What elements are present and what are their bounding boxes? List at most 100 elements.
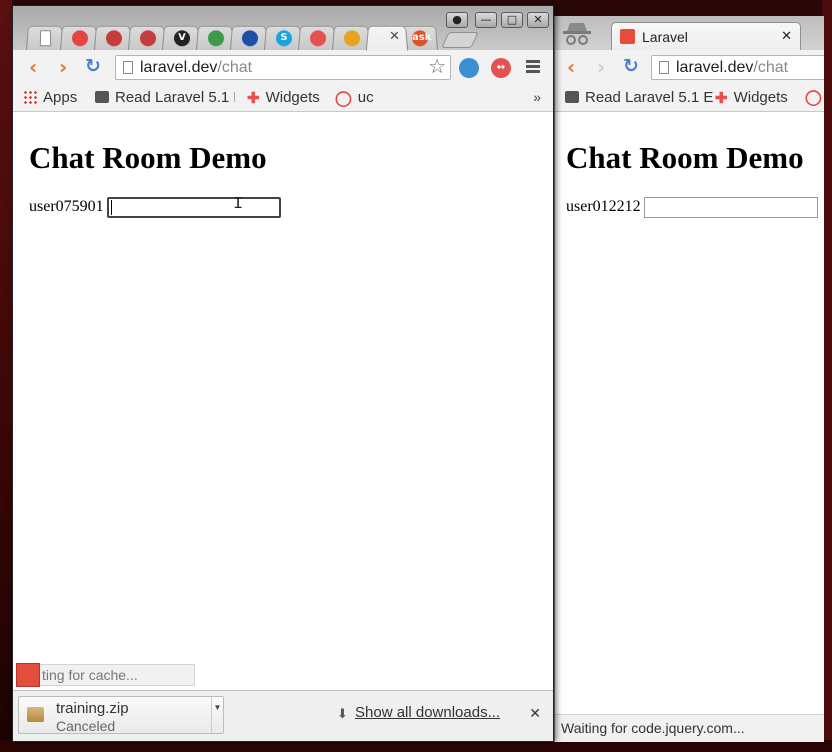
- skype-icon: S: [275, 30, 293, 47]
- tab-10[interactable]: ✕: [365, 25, 409, 51]
- arrows-extension-icon[interactable]: ↔: [491, 58, 511, 78]
- close-icon[interactable]: ✕: [529, 705, 541, 722]
- tab-strip: V S ✕ ask ● — □ ✕: [13, 6, 553, 51]
- v-icon: V: [173, 30, 191, 47]
- browser-window-incognito: Laravel ✕ ‹ › ↻ laravel.dev/chat Read La…: [554, 16, 824, 742]
- close-window-button[interactable]: ✕: [527, 12, 549, 28]
- back-icon[interactable]: ‹: [567, 57, 575, 77]
- user-row: user075901 I: [29, 195, 281, 218]
- tab-0[interactable]: [25, 25, 65, 51]
- globe-icon: [207, 30, 225, 47]
- bookmark-label: Widgets: [733, 89, 788, 106]
- bookmarks-bar: Read Laravel 5.1 E ✚ Widgets ◯: [555, 85, 824, 112]
- chat-message-input[interactable]: [107, 197, 281, 218]
- widget-icon: ✚: [247, 90, 260, 107]
- page-title: Chat Room Demo: [29, 140, 267, 175]
- download-arrow-icon: ⬇: [337, 706, 348, 721]
- chat-bubble-icon: ◯: [335, 90, 352, 107]
- ibeam-cursor-icon: I: [233, 195, 244, 214]
- downloads-bar: training.zip Canceled ▼ ⬇ Show all downl…: [13, 690, 553, 741]
- ask-icon: ask: [411, 30, 432, 47]
- reload-icon[interactable]: ↻: [623, 57, 639, 76]
- laravel-icon: [16, 663, 40, 687]
- tab-3[interactable]: [127, 25, 167, 51]
- new-tab-button[interactable]: [441, 32, 479, 48]
- forward-icon[interactable]: ›: [597, 57, 605, 77]
- orb-icon: [343, 30, 361, 47]
- maximize-button[interactable]: □: [501, 12, 523, 28]
- bookmark-widgets[interactable]: ✚ Widgets: [715, 89, 788, 107]
- bookmark-label: uc: [357, 89, 374, 106]
- tab-strip: Laravel ✕: [555, 16, 824, 50]
- show-all-downloads-link[interactable]: Show all downloads...: [355, 704, 500, 721]
- arc-icon: [105, 30, 123, 47]
- page-icon: [659, 61, 669, 74]
- tab-1[interactable]: [59, 25, 99, 51]
- bookmark-widgets[interactable]: ✚ Widgets: [247, 89, 320, 108]
- voa-icon: [241, 30, 259, 47]
- tab-close-icon[interactable]: ✕: [781, 28, 792, 44]
- browser-window-main: V S ✕ ask ● — □ ✕ ‹ › ↻ laravel.dev/chat ☆ …: [12, 5, 554, 742]
- chat-message-input[interactable]: [644, 197, 818, 218]
- bookmark-read-laravel[interactable]: Read Laravel 5.1 E: [95, 89, 235, 107]
- tab-close-icon[interactable]: ✕: [389, 29, 400, 44]
- url-text: laravel.dev/chat: [140, 56, 252, 79]
- tab-laravel[interactable]: Laravel ✕: [611, 22, 801, 50]
- bookmark-label: Read Laravel 5.1 E: [585, 89, 714, 106]
- bookmark-label: Widgets: [265, 89, 320, 106]
- bookmark-apps[interactable]: Apps: [23, 89, 77, 107]
- status-bar: Waiting for code.jquery.com...: [555, 714, 824, 742]
- bookmark-star-icon[interactable]: ☆: [428, 56, 446, 79]
- download-item[interactable]: training.zip Canceled ▼: [18, 696, 224, 734]
- chevron-down-icon[interactable]: ▼: [211, 697, 223, 733]
- bookmark-label: Apps: [43, 89, 78, 106]
- tab-5[interactable]: [195, 25, 235, 51]
- address-bar[interactable]: laravel.dev/chat ☆: [115, 55, 451, 80]
- toolbar: ‹ › ↻ laravel.dev/chat: [555, 50, 824, 85]
- globe-extension-icon[interactable]: [459, 58, 479, 78]
- url-path: /chat: [217, 59, 253, 76]
- tab-2[interactable]: [93, 25, 133, 51]
- book-icon: [565, 91, 579, 103]
- url-text: laravel.dev/chat: [676, 56, 788, 79]
- widget-icon: ✚: [715, 90, 728, 107]
- status-text: ting for cache...: [42, 667, 138, 683]
- url-path: /chat: [753, 59, 789, 76]
- reload-icon[interactable]: ↻: [85, 57, 101, 76]
- address-bar[interactable]: laravel.dev/chat: [651, 55, 824, 80]
- user-row: user012212: [566, 197, 818, 218]
- bookmark-read-laravel[interactable]: Read Laravel 5.1 E: [565, 89, 713, 107]
- page-title: Chat Room Demo: [566, 140, 804, 175]
- tab-6[interactable]: [229, 25, 269, 51]
- minimize-button[interactable]: —: [475, 12, 497, 28]
- download-filename: training.zip: [56, 700, 129, 717]
- apps-grid-icon: [23, 90, 37, 104]
- bookmark-label: Read Laravel 5.1 E: [115, 89, 235, 106]
- bookmarks-overflow-button[interactable]: »: [533, 89, 541, 105]
- chat-bubble-icon: [71, 30, 89, 47]
- profile-icon[interactable]: ●: [446, 12, 468, 28]
- chat-bubble-icon[interactable]: ◯: [805, 89, 822, 107]
- tab-4[interactable]: V: [161, 25, 201, 51]
- page-icon: [39, 30, 52, 47]
- toolbar: ‹ › ↻ laravel.dev/chat ☆ ↔: [13, 50, 553, 85]
- bookmark-uc[interactable]: ◯ uc: [335, 89, 374, 108]
- book-icon: [95, 91, 109, 103]
- incognito-icon: [563, 23, 591, 45]
- url-host: laravel.dev: [140, 59, 218, 76]
- tab-8[interactable]: [297, 25, 337, 51]
- tab-9[interactable]: [331, 25, 371, 51]
- url-host: laravel.dev: [676, 59, 754, 76]
- back-icon[interactable]: ‹: [29, 57, 37, 77]
- page-icon: [123, 61, 133, 74]
- text-caret: [111, 200, 112, 215]
- username-label: user012212: [566, 198, 641, 215]
- laravel-icon: [620, 29, 635, 44]
- arrows-icon: [309, 30, 327, 47]
- menu-icon[interactable]: [526, 60, 540, 74]
- bookmarks-bar: Apps Read Laravel 5.1 E ✚ Widgets ◯ uc »: [13, 85, 553, 112]
- forward-icon[interactable]: ›: [59, 57, 67, 77]
- status-bubble: ting for cache...: [16, 663, 195, 687]
- tab-title: Laravel: [642, 29, 688, 45]
- tab-7[interactable]: S: [263, 25, 303, 51]
